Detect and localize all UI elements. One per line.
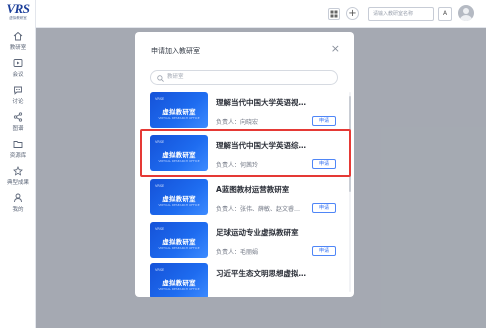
logo[interactable]: VRS 虚拟教研室 [2, 2, 34, 24]
lab-thumbnail: VRSE 虚拟教研室 VIRTUAL RESEARCH OFFICE [150, 263, 208, 297]
home-icon [13, 31, 23, 41]
lab-thumbnail: VRSE 虚拟教研室 VIRTUAL RESEARCH OFFICE [150, 92, 208, 128]
lab-title: 理解当代中国大学英语视… [216, 98, 306, 107]
grid-icon [330, 10, 338, 18]
sidebar-item-label: 会议 [12, 72, 24, 78]
dialog-search-input[interactable]: 教研室 [150, 70, 338, 85]
lab-owner: 负责人：张伟、薛敏、赵文睿… [216, 206, 301, 213]
apply-button[interactable]: 申请 [312, 203, 336, 213]
lab-search-input[interactable]: 请输入教研室名称 [368, 7, 434, 21]
lab-title: 习近平生态文明思想虚拟… [216, 269, 306, 278]
sidebar-item-discussion[interactable]: 讨论 [0, 85, 36, 105]
close-icon[interactable]: × [331, 43, 340, 55]
sidebar-item-graph[interactable]: 图谱 [0, 112, 36, 132]
graph-icon [13, 112, 23, 122]
apply-button[interactable]: 申请 [312, 246, 336, 256]
sidebar-item-achievements[interactable]: 典型成果 [0, 166, 36, 186]
thumb-tag: VRSE [155, 184, 165, 188]
thumb-subtitle: VIRTUAL RESEARCH OFFICE [158, 203, 200, 207]
translate-button[interactable]: A [438, 7, 452, 21]
add-button[interactable]: + [346, 7, 359, 20]
sidebar-item-lab[interactable]: 教研室 [0, 31, 36, 51]
logo-subtitle: 虚拟教研室 [9, 16, 27, 20]
sidebar: VRS 虚拟教研室 教研室 会议 讨论 图谱 资源库 典型成果 我的 [0, 0, 36, 328]
list-item[interactable]: VRSE 虚拟教研室 VIRTUAL RESEARCH OFFICE 习近平生态… [135, 263, 354, 297]
search-icon [157, 74, 164, 82]
sidebar-item-mine[interactable]: 我的 [0, 193, 36, 213]
selection-highlight [140, 129, 351, 177]
list-item[interactable]: VRSE 虚拟教研室 VIRTUAL RESEARCH OFFICE A蓝图教材… [135, 179, 354, 225]
sidebar-item-resources[interactable]: 资源库 [0, 139, 36, 159]
grid-button[interactable] [328, 8, 340, 20]
user-icon [14, 193, 22, 203]
sidebar-item-label: 讨论 [12, 99, 24, 105]
sidebar-item-meeting[interactable]: 会议 [0, 58, 36, 78]
thumb-tag: VRSE [155, 268, 165, 272]
thumb-name: 虚拟教研室 [162, 238, 196, 246]
lab-owner: 负责人：毛丽娟 [216, 249, 259, 256]
discussion-icon [14, 86, 22, 95]
sidebar-item-label: 典型成果 [6, 180, 29, 186]
resource-icon [13, 141, 23, 148]
avatar[interactable] [458, 5, 474, 21]
thumb-subtitle: VIRTUAL RESEARCH OFFICE [158, 116, 200, 120]
thumb-subtitle: VIRTUAL RESEARCH OFFICE [158, 246, 200, 250]
lab-list: VRSE 虚拟教研室 VIRTUAL RESEARCH OFFICE 理解当代中… [135, 90, 354, 297]
dialog-title: 申请加入教研室 [151, 47, 200, 55]
sidebar-item-label: 教研室 [9, 45, 27, 51]
apply-button[interactable]: 申请 [312, 116, 336, 126]
lab-title: 足球运动专业虚拟教研室 [216, 228, 299, 237]
top-bar: + 请输入教研室名称 A [36, 0, 486, 28]
lab-thumbnail: VRSE 虚拟教研室 VIRTUAL RESEARCH OFFICE [150, 179, 208, 215]
search-placeholder: 教研室 [167, 74, 184, 80]
sidebar-item-label: 资源库 [9, 153, 27, 159]
thumb-name: 虚拟教研室 [162, 195, 196, 203]
sidebar-item-label: 我的 [12, 207, 24, 213]
meeting-icon [13, 59, 23, 67]
list-item[interactable]: VRSE 虚拟教研室 VIRTUAL RESEARCH OFFICE 足球运动专… [135, 222, 354, 268]
lab-thumbnail: VRSE 虚拟教研室 VIRTUAL RESEARCH OFFICE [150, 222, 208, 258]
logo-text: VRS [6, 1, 30, 16]
thumb-tag: VRSE [155, 97, 165, 101]
lab-title: A蓝图教材运营教研室 [216, 185, 290, 194]
lab-owner: 负责人：向晓宏 [216, 119, 259, 126]
thumb-name: 虚拟教研室 [162, 108, 196, 116]
sidebar-item-label: 图谱 [12, 126, 24, 132]
thumb-subtitle: VIRTUAL RESEARCH OFFICE [158, 287, 200, 291]
achievement-icon [13, 166, 23, 176]
thumb-name: 虚拟教研室 [162, 279, 196, 287]
thumb-tag: VRSE [155, 227, 165, 231]
